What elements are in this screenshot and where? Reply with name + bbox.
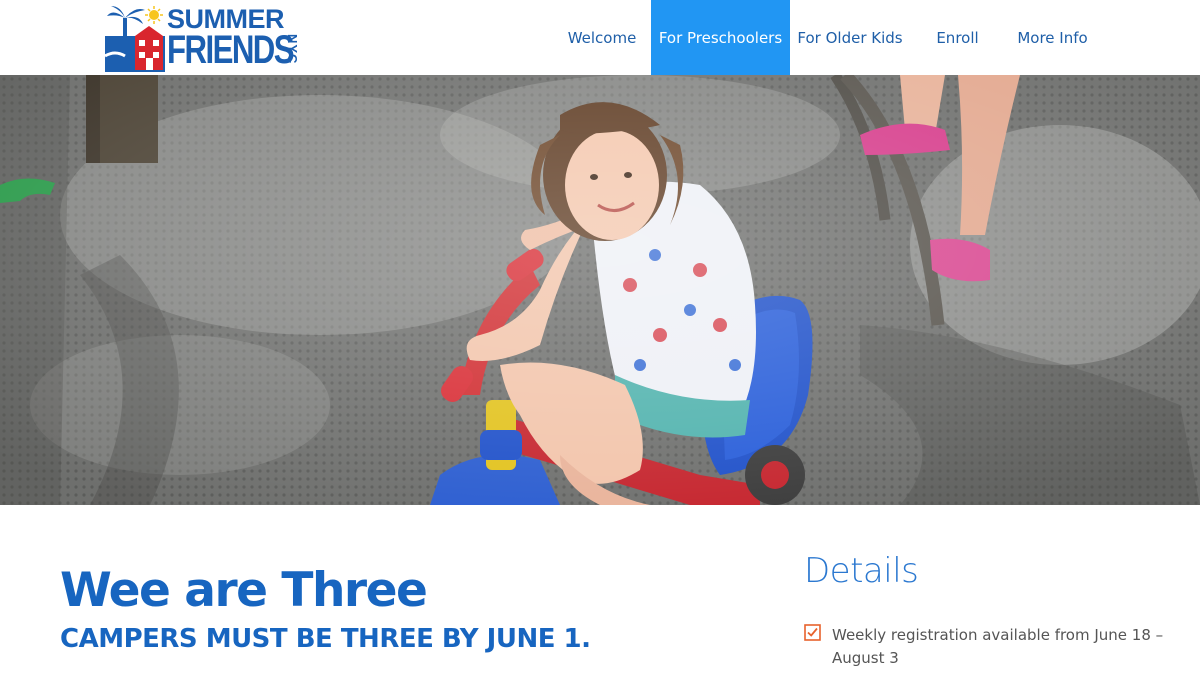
nav-item-more-info[interactable]: More Info	[1005, 0, 1100, 75]
palm-house-icon	[105, 6, 165, 72]
child-tricycle-photo	[0, 75, 1200, 505]
hero-image	[0, 75, 1200, 505]
page-title: Wee are Three	[60, 563, 428, 618]
nav-item-enroll[interactable]: Enroll	[910, 0, 1005, 75]
page-subtitle: CAMPERS MUST BE THREE BY JUNE 1.	[60, 624, 591, 654]
checkbox-checked-icon	[804, 624, 821, 641]
main-content: Wee are Three CAMPERS MUST BE THREE BY J…	[0, 505, 1200, 675]
nav-item-for-older-kids[interactable]: For Older Kids	[790, 0, 910, 75]
logo-text-friends: FRIENDS	[167, 28, 295, 72]
logo-text-nyc: NYC	[285, 34, 300, 65]
site-logo[interactable]: SUMMER FRIENDS NYC	[105, 4, 305, 72]
main-nav: Welcome For Preschoolers For Older Kids …	[559, 0, 1100, 75]
details-item-text: Weekly registration available from June …	[832, 626, 1164, 667]
details-heading: Details	[804, 551, 919, 591]
site-header: SUMMER FRIENDS NYC Welcome For Preschool…	[0, 0, 1200, 75]
nav-item-for-preschoolers[interactable]: For Preschoolers	[651, 0, 790, 75]
details-list-item: Weekly registration available from June …	[804, 624, 1164, 670]
nav-item-welcome[interactable]: Welcome	[559, 0, 645, 75]
